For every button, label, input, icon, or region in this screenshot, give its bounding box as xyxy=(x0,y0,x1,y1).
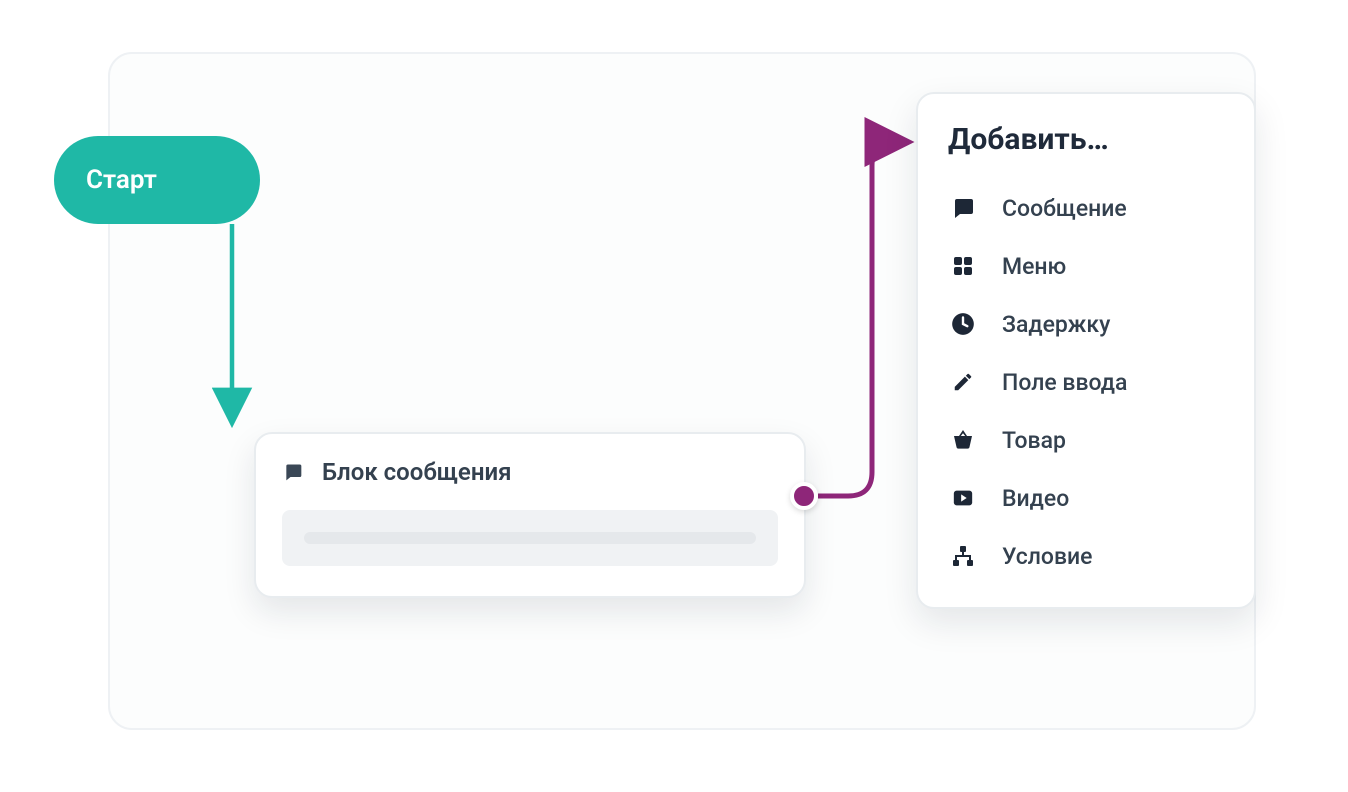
message-block-header: Блок сообщения xyxy=(282,458,778,486)
add-item-label: Условие xyxy=(1002,543,1092,570)
add-item-label: Товар xyxy=(1002,427,1066,454)
add-item-delay[interactable]: Задержку xyxy=(948,295,1224,353)
message-icon xyxy=(282,462,304,482)
message-block-content-placeholder[interactable] xyxy=(282,510,778,566)
add-item-message[interactable]: Сообщение xyxy=(948,179,1224,237)
add-panel-title: Добавить… xyxy=(948,122,1224,157)
message-icon xyxy=(948,193,978,223)
message-block-node[interactable]: Блок сообщения xyxy=(254,432,806,598)
basket-icon xyxy=(948,425,978,455)
start-node-label: Старт xyxy=(86,165,157,195)
add-item-menu[interactable]: Меню xyxy=(948,237,1224,295)
connector-output-port[interactable] xyxy=(790,482,818,510)
add-item-label: Меню xyxy=(1002,253,1066,280)
add-item-label: Задержку xyxy=(1002,311,1110,338)
add-item-input-field[interactable]: Поле ввода xyxy=(948,353,1224,411)
add-item-product[interactable]: Товар xyxy=(948,411,1224,469)
add-item-label: Поле ввода xyxy=(1002,369,1127,396)
video-icon xyxy=(948,483,978,513)
add-item-condition[interactable]: Условие xyxy=(948,527,1224,585)
add-item-label: Сообщение xyxy=(1002,195,1127,222)
grid-icon xyxy=(948,251,978,281)
pencil-icon xyxy=(948,367,978,397)
start-node[interactable]: Старт xyxy=(54,136,260,224)
add-block-panel: Добавить… Сообщение Меню Задержку Поле в… xyxy=(916,92,1256,609)
sitemap-icon xyxy=(948,541,978,571)
add-item-video[interactable]: Видео xyxy=(948,469,1224,527)
clock-icon xyxy=(948,309,978,339)
placeholder-bar xyxy=(304,532,756,544)
add-item-label: Видео xyxy=(1002,485,1069,512)
message-block-title: Блок сообщения xyxy=(322,458,512,486)
